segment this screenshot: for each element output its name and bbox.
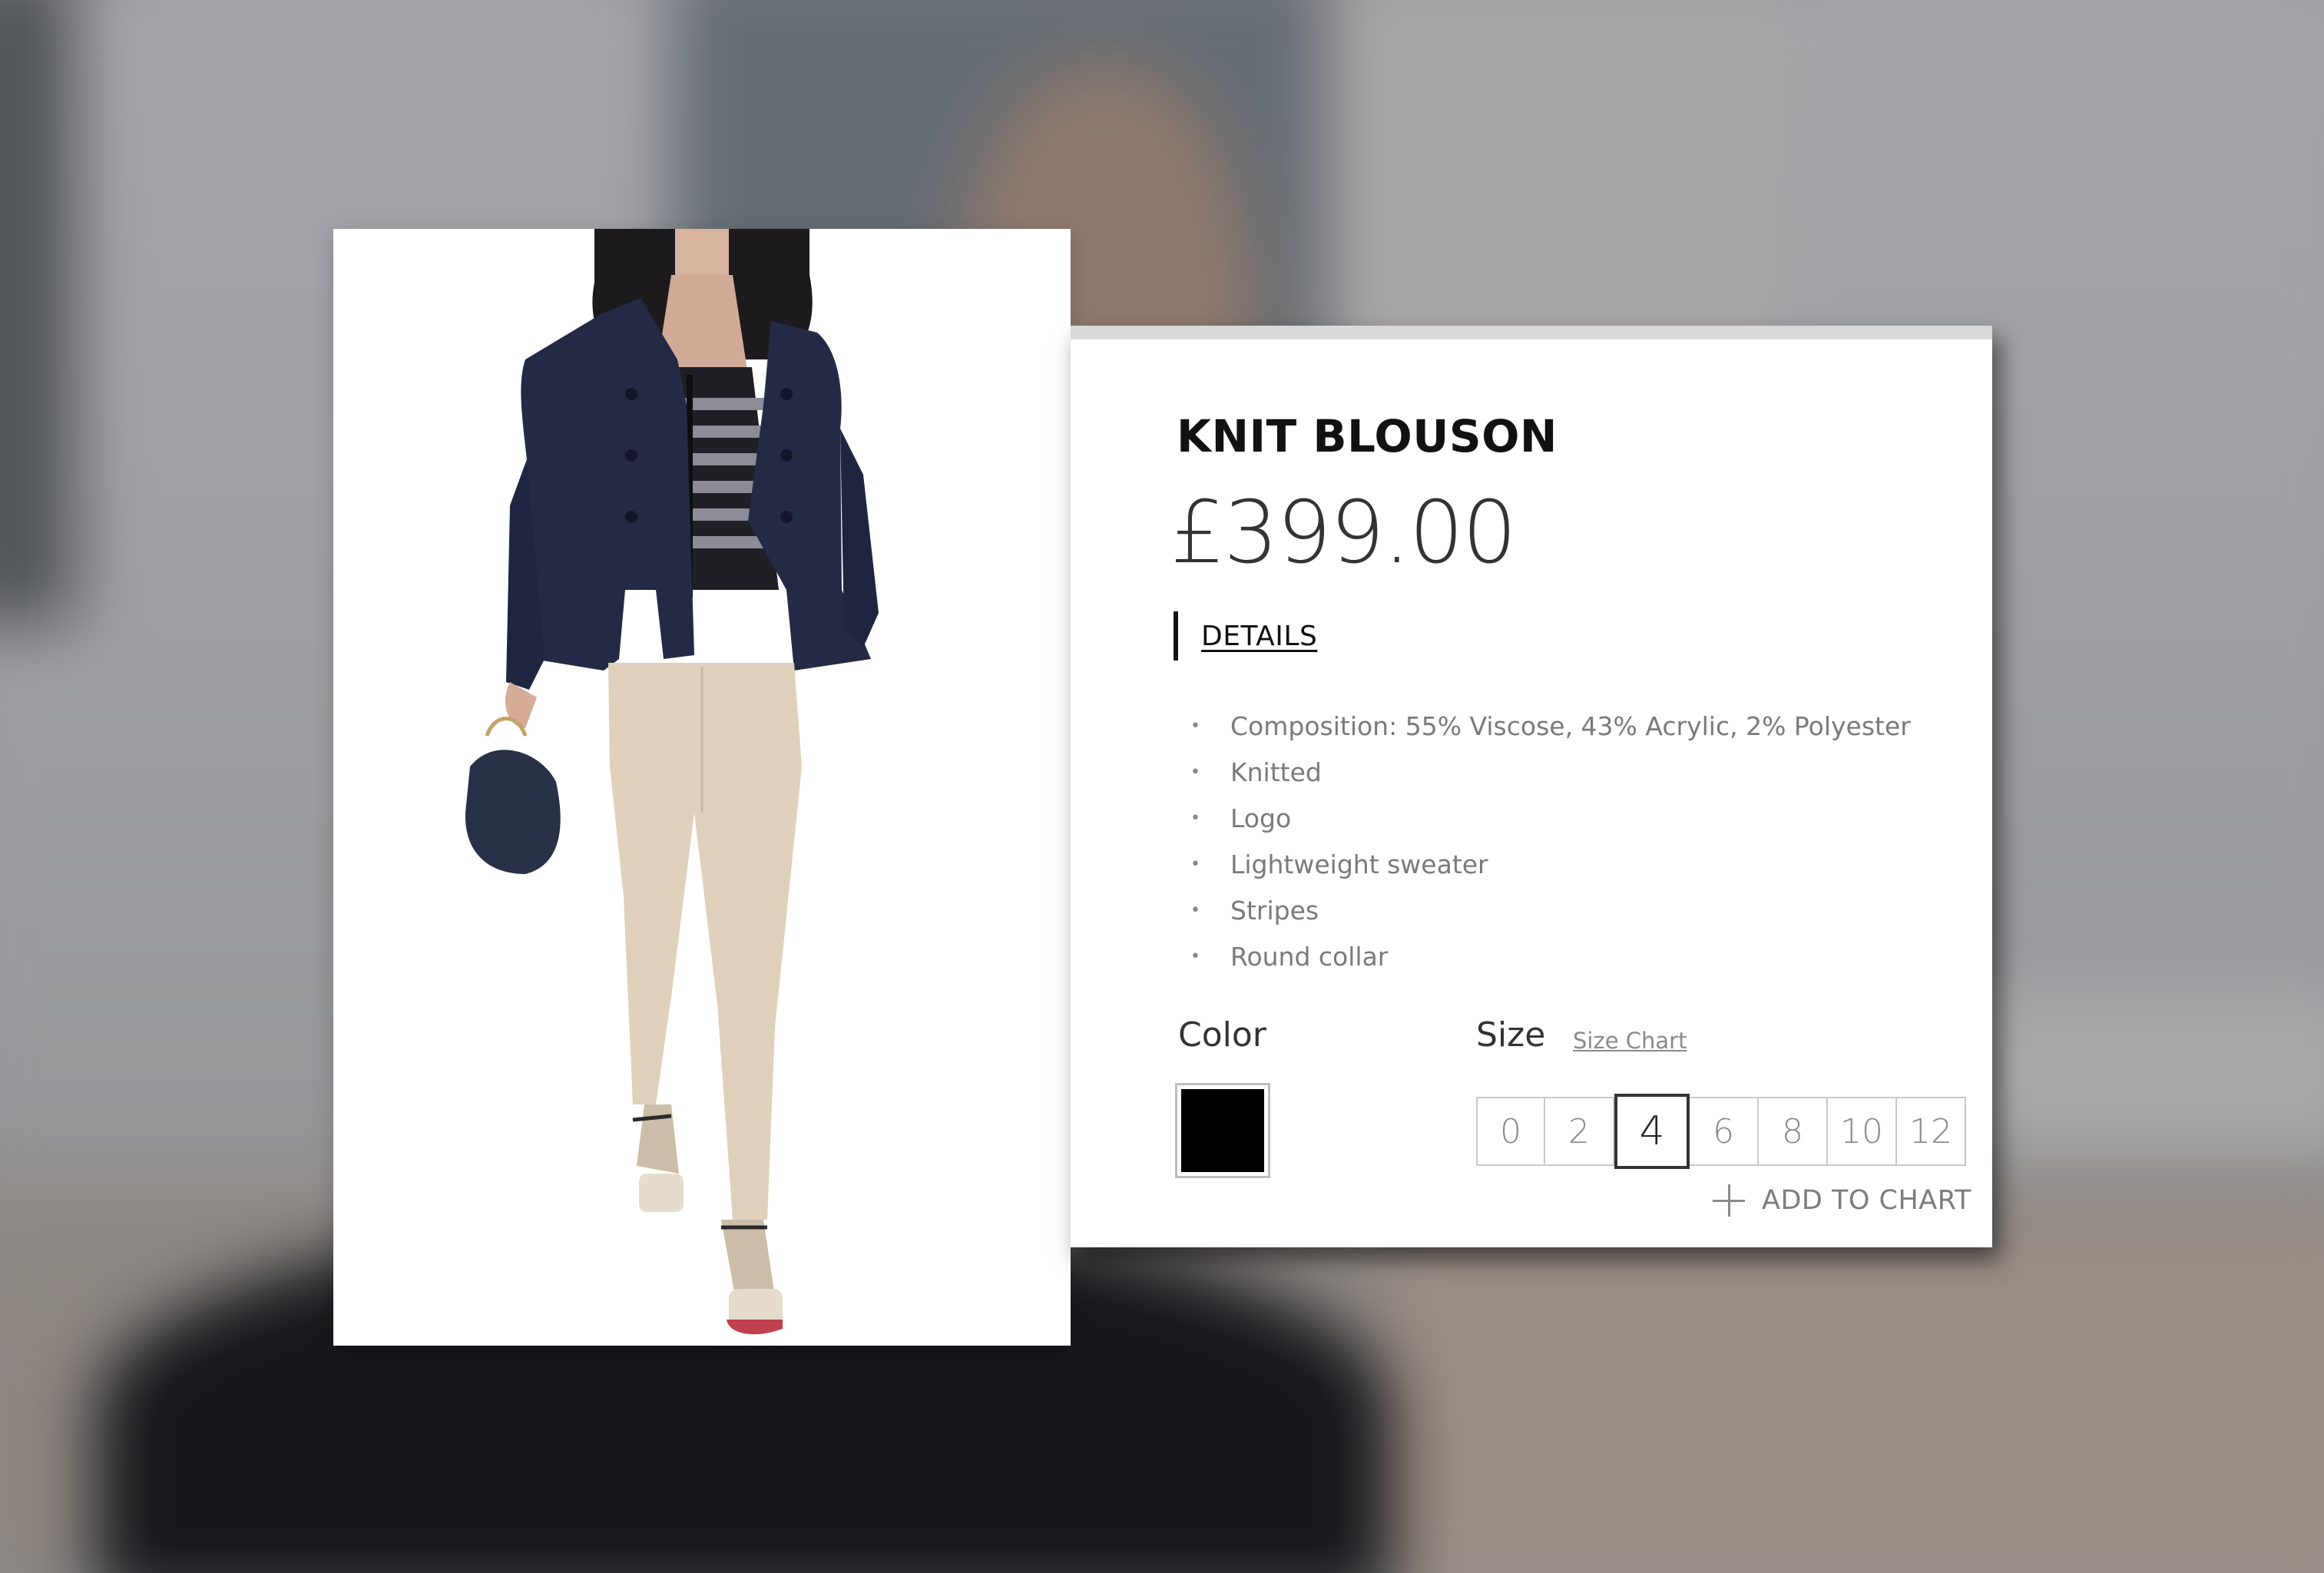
model-illustration	[465, 229, 879, 1335]
tab-details[interactable]: DETAILS	[1174, 611, 1317, 661]
details-list: • Composition: 55% Viscose, 43% Acrylic, …	[1190, 704, 1911, 980]
size-option[interactable]: 2	[1545, 1097, 1614, 1166]
list-item: • Stripes	[1190, 888, 1911, 934]
bullet-icon: •	[1190, 717, 1200, 736]
details-item-text: Knitted	[1230, 757, 1322, 787]
details-item-text: Logo	[1230, 803, 1292, 833]
product-image	[333, 229, 1071, 1346]
size-option[interactable]: 8	[1759, 1097, 1828, 1166]
bullet-icon: •	[1190, 901, 1200, 920]
tab-details-label: DETAILS	[1201, 620, 1318, 652]
list-item: • Logo	[1190, 796, 1911, 842]
size-option[interactable]: 12	[1897, 1097, 1966, 1166]
bullet-icon: •	[1190, 855, 1200, 874]
app-stage: KNIT BLOUSON £399.00 DETAILS • Compositio…	[0, 0, 2324, 1573]
size-chart-link[interactable]: Size Chart	[1573, 1028, 1687, 1054]
bullet-icon: •	[1190, 763, 1200, 782]
plus-icon	[1713, 1184, 1745, 1217]
size-option[interactable]: 6	[1690, 1097, 1759, 1166]
list-item: • Composition: 55% Viscose, 43% Acrylic, …	[1190, 704, 1911, 750]
bullet-icon: •	[1190, 947, 1200, 966]
add-to-chart-label: ADD TO CHART	[1762, 1185, 1971, 1216]
product-price: £399.00	[1170, 483, 1517, 583]
size-label: Size	[1476, 1015, 1546, 1055]
details-item-text: Stripes	[1230, 896, 1319, 926]
size-option[interactable]: 10	[1828, 1097, 1897, 1166]
product-details-panel: KNIT BLOUSON £399.00 DETAILS • Compositio…	[1071, 326, 1992, 1247]
size-selector: 0 2 4 6 8 10 12	[1476, 1094, 1966, 1169]
product-title: KNIT BLOUSON	[1177, 410, 1558, 462]
panel-top-bar	[1071, 326, 1992, 339]
bullet-icon: •	[1190, 809, 1200, 828]
details-item-text: Lightweight sweater	[1230, 849, 1488, 879]
size-option-selected[interactable]: 4	[1614, 1094, 1690, 1169]
color-swatch-fill	[1181, 1089, 1264, 1172]
size-option[interactable]: 0	[1476, 1097, 1545, 1166]
list-item: • Round collar	[1190, 934, 1911, 980]
color-swatch-black[interactable]	[1175, 1083, 1270, 1178]
list-item: • Knitted	[1190, 750, 1911, 796]
list-item: • Lightweight sweater	[1190, 842, 1911, 888]
color-label: Color	[1178, 1015, 1266, 1055]
add-to-chart-button[interactable]: ADD TO CHART	[1713, 1184, 1971, 1217]
details-item-text: Composition: 55% Viscose, 43% Acrylic, 2…	[1230, 711, 1911, 741]
details-item-text: Round collar	[1230, 942, 1389, 972]
